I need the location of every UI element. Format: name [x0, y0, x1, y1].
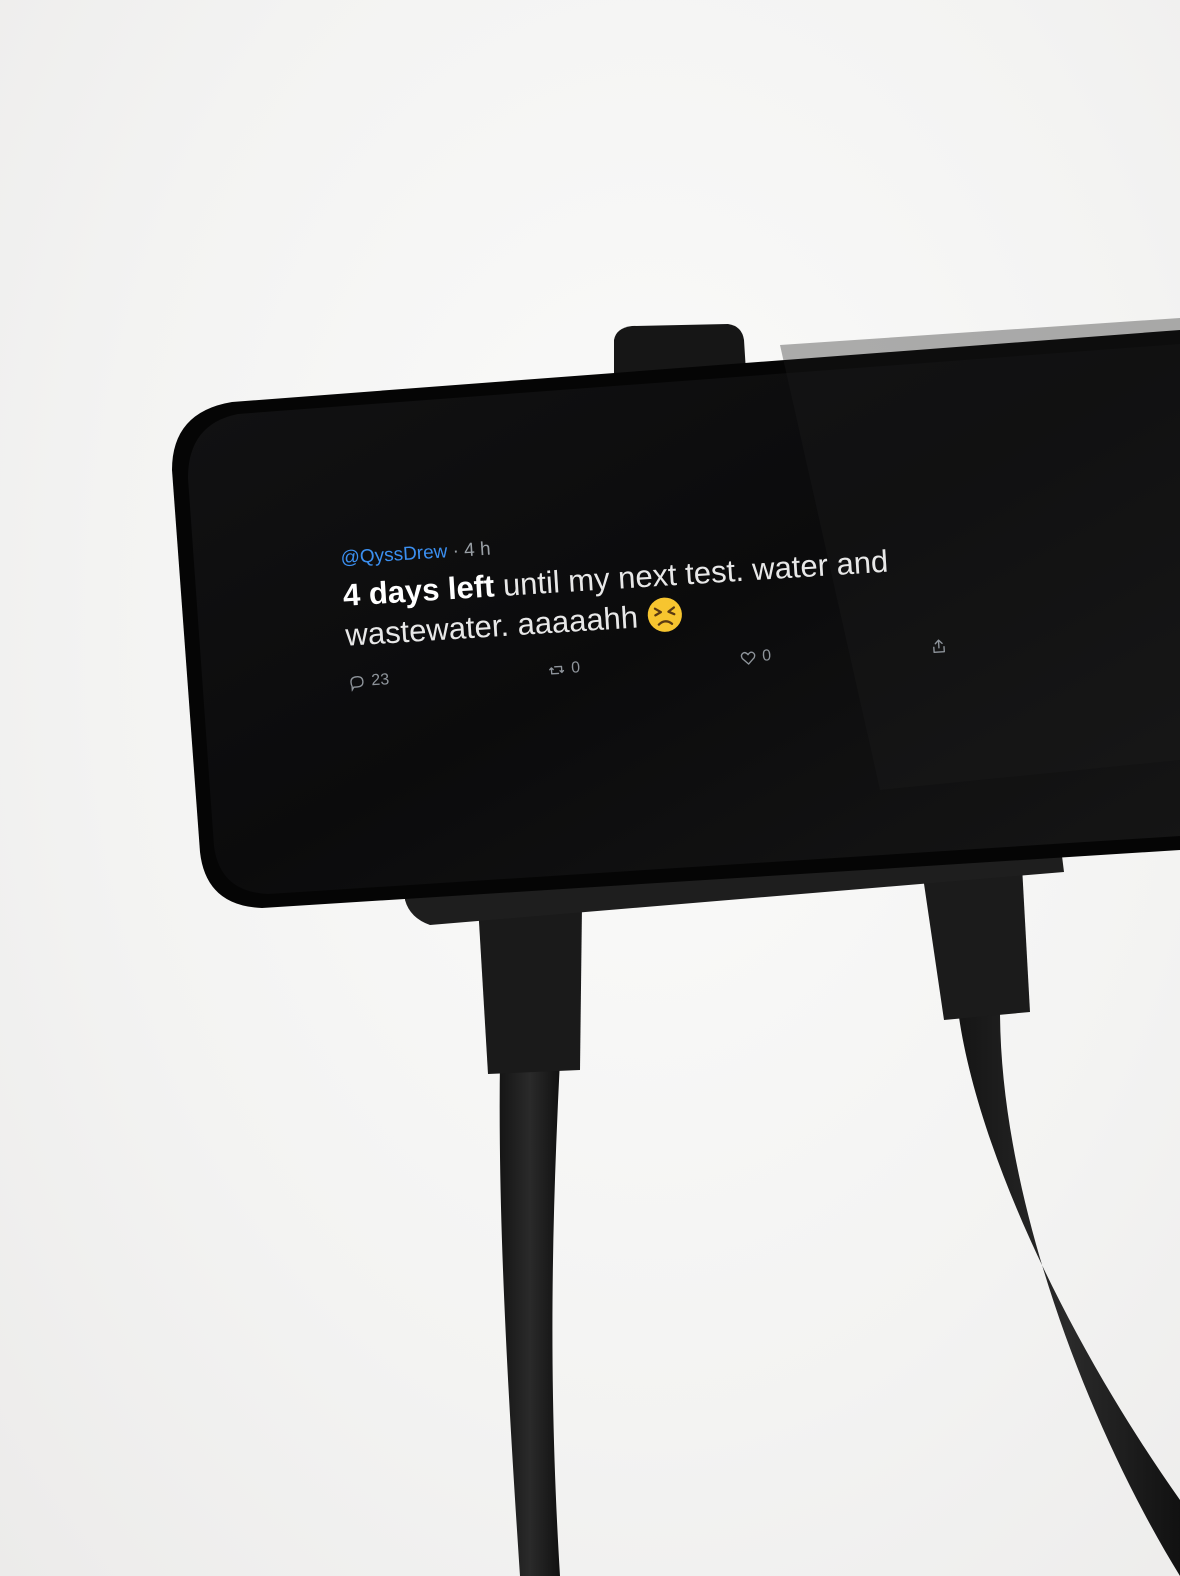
left-arm-sleeve: [478, 905, 582, 1074]
persevering-face-emoji-icon: [647, 597, 682, 632]
reply-count: 23: [370, 671, 390, 690]
like-button[interactable]: 0: [739, 647, 772, 667]
tweet-time: 4 h: [463, 538, 492, 562]
tweet-separator: ·: [446, 540, 465, 563]
retweet-button[interactable]: 0: [548, 659, 581, 679]
right-gooseneck-arm: [958, 1010, 1180, 1576]
tweet-text-bold: 4 days left: [341, 568, 496, 613]
retweet-icon: [549, 665, 565, 675]
comment-icon: [350, 675, 364, 692]
phone-holder-illustration: [172, 318, 1180, 1576]
right-arm-sleeve: [922, 866, 1030, 1020]
photo-scene: @QyssDrew · 4 h 4 days left until my nex…: [0, 0, 1180, 1576]
share-icon: [933, 638, 945, 653]
retweet-count: 0: [570, 659, 581, 677]
reply-button[interactable]: 23: [348, 671, 390, 692]
heart-icon: [740, 651, 755, 665]
left-gooseneck-arm: [499, 1060, 560, 1576]
like-count: 0: [761, 647, 772, 665]
share-button[interactable]: [930, 636, 948, 655]
